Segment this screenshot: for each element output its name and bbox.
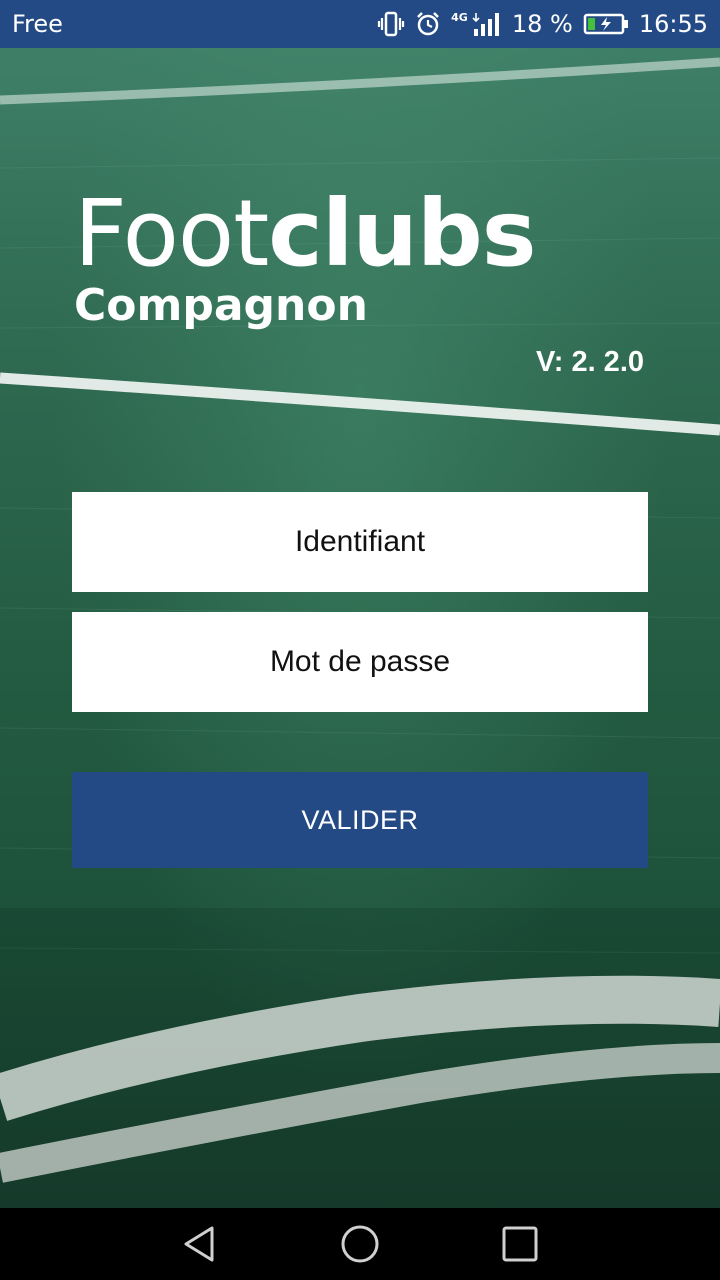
clock-time: 16:55: [638, 10, 708, 38]
system-nav-bar: [0, 1208, 720, 1280]
home-icon[interactable]: [340, 1224, 380, 1264]
battery-charging-icon: [583, 12, 629, 36]
status-bar: Free 4G 18 % 16:55: [0, 0, 720, 48]
submit-button[interactable]: VALIDER: [72, 772, 648, 868]
logo-title-bold: clubs: [268, 180, 536, 287]
logo-subtitle: Compagnon: [74, 280, 368, 331]
recents-icon[interactable]: [500, 1224, 540, 1264]
version-label: V: 2. 2.0: [535, 346, 644, 378]
back-icon[interactable]: [180, 1224, 220, 1264]
alarm-icon: [415, 11, 441, 37]
carrier-label: Free: [12, 10, 63, 38]
status-icons: 4G 18 % 16:55: [377, 10, 708, 38]
app-logo: Footclubs Compagnon: [74, 188, 536, 331]
password-input[interactable]: [72, 612, 648, 712]
login-input[interactable]: [72, 492, 648, 592]
vibrate-icon: [377, 11, 405, 37]
network-type-label: 4G: [451, 10, 468, 24]
signal-icon: [472, 11, 502, 37]
logo-title: Footclubs: [74, 188, 536, 280]
battery-percent: 18 %: [511, 10, 573, 38]
logo-title-light: Foot: [74, 180, 269, 287]
